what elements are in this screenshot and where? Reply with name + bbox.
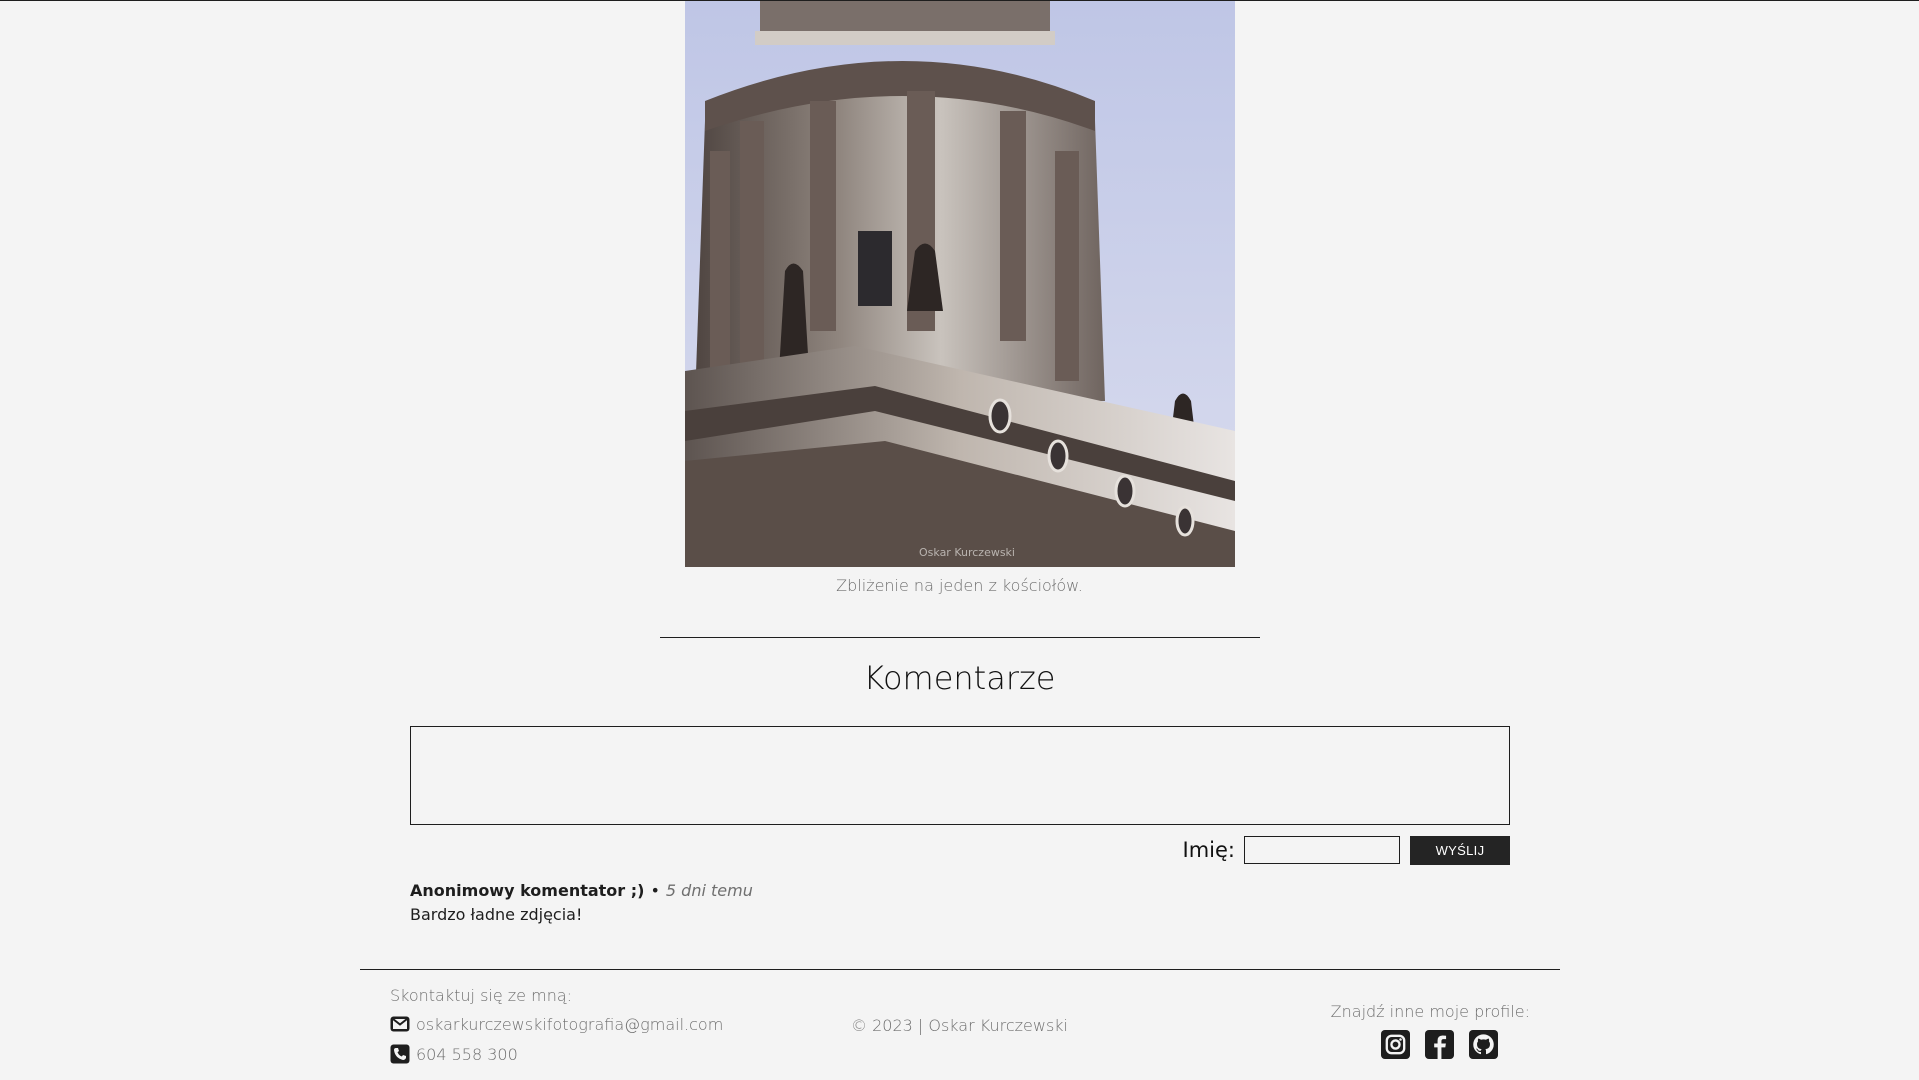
name-input[interactable] xyxy=(1244,836,1400,864)
section-divider xyxy=(660,637,1260,638)
comment-textarea[interactable] xyxy=(410,726,1510,825)
contact-title: Skontaktuj się ze mną: xyxy=(390,986,573,1005)
comment-meta: Anonimowy komentator ;) • 5 dni temu xyxy=(410,881,753,900)
photo-caption: Zbliżenie na jeden z kościołów. xyxy=(836,576,1083,595)
church-photo: Oskar Kurczewski xyxy=(685,1,1235,567)
github-icon[interactable] xyxy=(1469,1030,1498,1059)
contact-phone-text[interactable]: 604 558 300 xyxy=(416,1045,518,1064)
phone-icon xyxy=(390,1044,410,1064)
social-links xyxy=(1381,1030,1498,1059)
profiles-title: Znajdź inne moje profile: xyxy=(1330,1002,1530,1021)
footer-divider xyxy=(360,969,1560,970)
comment-author: Anonimowy komentator ;) xyxy=(410,881,645,900)
comment-text: Bardzo ładne zdjęcia! xyxy=(410,905,583,924)
contact-phone[interactable]: 604 558 300 xyxy=(390,1044,518,1064)
send-button[interactable]: WYŚLIJ xyxy=(1410,836,1510,865)
instagram-icon[interactable] xyxy=(1381,1030,1410,1059)
facebook-icon[interactable] xyxy=(1425,1030,1454,1059)
photo-watermark: Oskar Kurczewski xyxy=(919,546,1015,559)
comments-title: Komentarze xyxy=(863,659,1056,697)
copyright: © 2023 | Oskar Kurczewski xyxy=(851,1016,1068,1035)
comment-separator: • xyxy=(650,881,660,900)
name-label: Imię: xyxy=(1182,838,1235,862)
comment-time: 5 dni temu xyxy=(665,881,753,900)
